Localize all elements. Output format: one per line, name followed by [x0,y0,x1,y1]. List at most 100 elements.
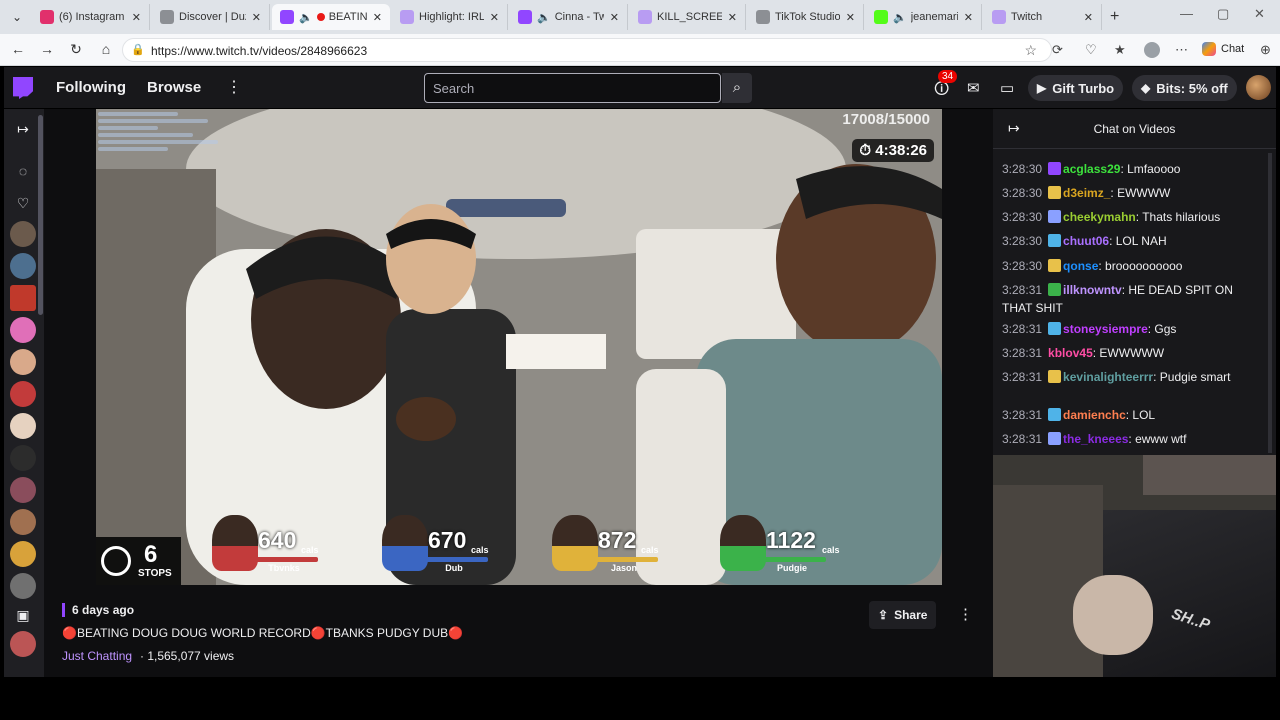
tab-audio-icon[interactable]: 🔈 [537,11,551,24]
chat-message[interactable]: 3:28:31 the_kneees: ewww wtf [1002,430,1260,448]
tab-audio-icon[interactable]: 🔈 [893,11,907,24]
followed-channel-avatar[interactable] [10,253,36,279]
nav-following-link[interactable]: Following [56,79,126,96]
video-player[interactable]: 17008/15000 ⏱ 4:38:26 6 STOPS 640 cals Tbv… [96,109,942,585]
recommended-icon[interactable]: ◌ [13,163,33,179]
chat-badge-icon[interactable] [1048,259,1062,272]
close-window-icon[interactable]: ✕ [1254,6,1265,22]
browser-tab[interactable]: 🔈 BEATING ✕ [272,4,390,30]
followed-channel-avatar[interactable] [10,381,36,407]
chat-badge-icon[interactable] [1048,432,1062,445]
followed-heart-icon[interactable]: ♡ [13,195,33,212]
expand-sidebar-icon[interactable]: ↦ [13,121,33,138]
browser-tab[interactable]: Discover | Duzio ✕ [152,4,270,30]
inbox-icon[interactable]: ✉ [967,79,980,97]
home-button[interactable]: ⌂ [96,41,116,57]
close-tab-icon[interactable]: ✕ [964,11,973,24]
close-tab-icon[interactable]: ✕ [728,11,737,24]
chat-username[interactable]: damienchc [1063,408,1126,422]
chat-username[interactable]: d3eimz_ [1063,186,1110,200]
copilot-chat-button[interactable]: Chat [1202,42,1244,56]
chat-scrollbar[interactable] [1268,153,1272,453]
sidebar-toggle-icon[interactable]: ⊕ [1260,42,1271,58]
back-button[interactable]: ← [8,41,28,57]
profile-avatar[interactable] [1144,42,1160,58]
chat-message[interactable]: 3:28:31 stoneysiempre: Ggs [1002,320,1260,338]
chat-message[interactable]: 3:28:31 illknowntv: HE DEAD SPIT ON THAT … [1002,281,1260,317]
browser-tab[interactable]: KILL_SCREEN1 - ✕ [630,4,746,30]
gift-turbo-button[interactable]: ▶ Gift Turbo [1028,75,1124,101]
chat-badge-icon[interactable] [1048,186,1062,199]
chat-message[interactable]: 3:28:31 kblov45: EWWWWW [1002,344,1260,362]
browser-tab[interactable]: 🔈Cinna - Twit ✕ [510,4,628,30]
chat-message[interactable]: 3:28:31 damienchc: LOL [1002,406,1260,424]
whispers-icon[interactable]: ▭ [1000,79,1014,97]
browser-essentials-icon[interactable]: ♡ [1085,42,1097,58]
address-bar[interactable]: 🔒 https://www.twitch.tv/videos/284896662… [122,38,1052,62]
chat-badge-icon[interactable] [1048,408,1062,421]
followed-channel-avatar[interactable] [10,221,36,247]
chat-badge-icon[interactable] [1048,370,1062,383]
chat-badge-icon[interactable] [1048,322,1062,335]
followed-channel-avatar[interactable] [10,285,36,311]
chat-message-list[interactable]: 3:28:30 acglass29: Lmfaoooo 3:28:30 d3eimz_… [993,149,1276,455]
followed-channel-avatar[interactable] [10,631,36,657]
chat-message[interactable]: 3:28:30 d3eimz_: EWWWW [1002,184,1260,202]
followed-channel-avatar[interactable] [10,445,36,471]
search-button[interactable]: ⌕ [722,73,752,103]
share-button[interactable]: ⇪ Share [869,601,937,629]
followed-channel-avatar[interactable] [10,317,36,343]
browser-tab[interactable]: (6) Instagram ✕ [32,4,150,30]
chat-message[interactable]: 3:28:30 cheekymahn: Thats hilarious [1002,208,1260,226]
user-avatar[interactable] [1246,75,1271,100]
category-link[interactable]: Just Chatting [62,649,132,663]
followed-channel-avatar[interactable] [10,349,36,375]
chat-badge-icon[interactable] [1048,234,1062,247]
extensions-icon[interactable]: ⟳ [1052,42,1063,58]
chat-badge-icon[interactable] [1048,283,1062,296]
followed-channel-avatar[interactable] [10,573,36,599]
chat-username[interactable]: stoneysiempre [1063,322,1148,336]
more-options-icon[interactable]: ⋮ [226,77,242,97]
video-icon[interactable]: ▣ [13,607,33,624]
maximize-icon[interactable]: ▢ [1217,6,1229,22]
nav-browse-link[interactable]: Browse [147,79,201,96]
followed-channel-avatar[interactable] [10,509,36,535]
search-input[interactable]: Search [424,73,721,103]
new-tab-button[interactable]: + [1110,8,1119,26]
chat-badge-icon[interactable] [1048,162,1062,175]
chat-username[interactable]: kevinalighteerrr [1063,370,1153,384]
chat-username[interactable]: illknowntv [1063,283,1122,297]
tab-list-dropdown-icon[interactable]: ⌄ [8,8,26,26]
browser-tab[interactable]: Twitch ✕ [984,4,1102,30]
browser-tab[interactable]: 🔈jeanemarie ✕ [866,4,982,30]
chat-username[interactable]: acglass29 [1063,162,1120,176]
chat-badge-icon[interactable] [1048,210,1062,223]
chat-username[interactable]: kblov45 [1048,346,1093,360]
close-tab-icon[interactable]: ✕ [610,11,619,24]
close-tab-icon[interactable]: ✕ [373,11,382,24]
followed-channel-avatar[interactable] [10,477,36,503]
settings-more-icon[interactable]: ⋯ [1175,42,1188,58]
followed-channel-avatar[interactable] [10,541,36,567]
browser-tab[interactable]: Highlight: IRL Se ✕ [392,4,508,30]
close-tab-icon[interactable]: ✕ [132,11,141,24]
favorites-icon[interactable]: ★ [1114,42,1126,58]
browser-tab[interactable]: TikTok Studio ✕ [748,4,864,30]
bits-button[interactable]: ◆ Bits: 5% off [1132,75,1237,101]
chat-message[interactable]: 3:28:30 qonse: broooooooooo [1002,257,1260,275]
close-tab-icon[interactable]: ✕ [252,11,261,24]
forward-button[interactable]: → [37,41,57,57]
url-text[interactable]: https://www.twitch.tv/videos/2848966623 [151,44,367,58]
minimize-icon[interactable]: — [1180,6,1193,21]
sidebar-scrollbar[interactable] [38,115,43,315]
video-more-options-icon[interactable]: ⋮ [958,605,973,623]
chat-message[interactable]: 3:28:30 acglass29: Lmfaoooo [1002,160,1260,178]
chat-username[interactable]: chuut06 [1063,234,1109,248]
chat-username[interactable]: qonse [1063,259,1098,273]
chat-message[interactable]: 3:28:31 kevinalighteerrr: Pudgie smart [1002,368,1260,386]
close-tab-icon[interactable]: ✕ [490,11,499,24]
twitch-logo-icon[interactable] [13,77,33,99]
chat-username[interactable]: the_kneees [1063,432,1128,446]
chat-message[interactable]: 3:28:30 chuut06: LOL NAH [1002,232,1260,250]
